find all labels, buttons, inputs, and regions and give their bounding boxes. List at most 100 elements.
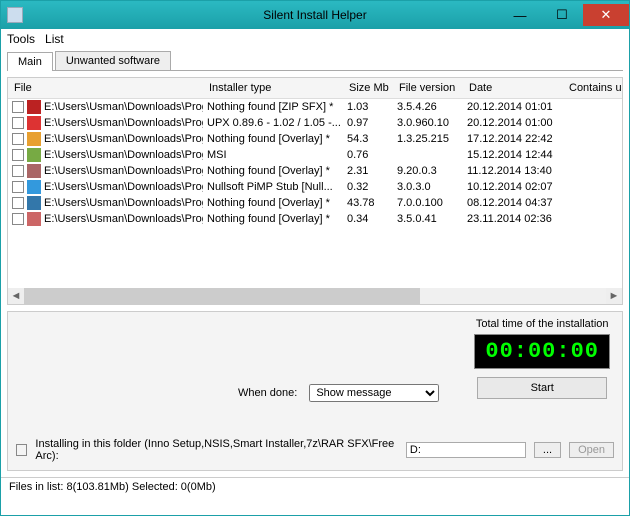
row-checkbox[interactable] — [12, 197, 24, 209]
file-version: 9.20.0.3 — [393, 163, 463, 179]
file-icon — [27, 180, 41, 194]
when-done-label: When done: — [238, 387, 297, 399]
file-version: 3.5.4.26 — [393, 99, 463, 115]
file-icon — [27, 196, 41, 210]
file-icon — [27, 212, 41, 226]
col-installer-type[interactable]: Installer type — [203, 78, 343, 99]
file-date: 08.12.2014 04:37 — [463, 195, 563, 211]
table-row[interactable]: E:\Users\Usman\Downloads\Progra... — [8, 195, 203, 211]
col-size[interactable]: Size Mb — [343, 78, 393, 99]
file-date: 23.11.2014 02:36 — [463, 211, 563, 227]
table-row[interactable]: E:\Users\Usman\Downloads\Progra... — [8, 147, 203, 163]
browse-button[interactable]: ... — [534, 442, 561, 458]
install-folder-label: Installing in this folder (Inno Setup,NS… — [35, 438, 397, 462]
contains-unwanted — [563, 131, 623, 147]
open-button[interactable]: Open — [569, 442, 614, 458]
file-date: 11.12.2014 13:40 — [463, 163, 563, 179]
when-done-select[interactable]: Show messageClose the programRestartShut… — [309, 384, 439, 402]
scroll-right-icon[interactable]: ► — [606, 288, 622, 304]
file-version — [393, 147, 463, 163]
file-size: 1.03 — [343, 99, 393, 115]
row-checkbox[interactable] — [12, 133, 24, 145]
scrollbar-thumb[interactable] — [24, 288, 420, 304]
file-version: 1.3.25.215 — [393, 131, 463, 147]
file-date: 17.12.2014 22:42 — [463, 131, 563, 147]
file-icon — [27, 132, 41, 146]
window-title: Silent Install Helper — [263, 8, 366, 22]
file-size: 0.76 — [343, 147, 393, 163]
file-size: 0.97 — [343, 115, 393, 131]
file-path: E:\Users\Usman\Downloads\Progra... — [44, 213, 203, 225]
file-size: 43.78 — [343, 195, 393, 211]
close-button[interactable]: ✕ — [583, 4, 629, 26]
file-version: 7.0.0.100 — [393, 195, 463, 211]
file-version: 3.5.0.41 — [393, 211, 463, 227]
file-version: 3.0.3.0 — [393, 179, 463, 195]
table-row[interactable]: E:\Users\Usman\Downloads\Progra... — [8, 179, 203, 195]
file-version: 3.0.960.10 — [393, 115, 463, 131]
file-date: 10.12.2014 02:07 — [463, 179, 563, 195]
titlebar: Silent Install Helper — ☐ ✕ — [1, 1, 629, 29]
menubar: Tools List — [1, 29, 629, 49]
file-size: 2.31 — [343, 163, 393, 179]
file-path: E:\Users\Usman\Downloads\Progra... — [44, 197, 203, 209]
menu-list[interactable]: List — [45, 32, 64, 46]
contains-unwanted — [563, 115, 623, 131]
minimize-button[interactable]: — — [499, 4, 541, 26]
maximize-button[interactable]: ☐ — [541, 4, 583, 26]
install-folder-checkbox[interactable] — [16, 444, 27, 456]
contains-unwanted — [563, 211, 623, 227]
contains-unwanted — [563, 195, 623, 211]
timer-label: Total time of the installation — [474, 318, 610, 330]
row-checkbox[interactable] — [12, 213, 24, 225]
installer-type: Nullsoft PiMP Stub [Null... — [203, 179, 343, 195]
installer-type: Nothing found [Overlay] * — [203, 131, 343, 147]
contains-unwanted — [563, 147, 623, 163]
file-icon — [27, 100, 41, 114]
col-version[interactable]: File version — [393, 78, 463, 99]
row-checkbox[interactable] — [12, 117, 24, 129]
table-row[interactable]: E:\Users\Usman\Downloads\Progra... — [8, 99, 203, 115]
horizontal-scrollbar[interactable]: ◄ ► — [8, 288, 622, 304]
status-bar: Files in list: 8(103.81Mb) Selected: 0(0… — [1, 477, 629, 497]
file-date: 20.12.2014 01:00 — [463, 115, 563, 131]
contains-unwanted — [563, 163, 623, 179]
start-button[interactable]: Start — [477, 377, 607, 399]
row-checkbox[interactable] — [12, 149, 24, 161]
tab-strip: Main Unwanted software — [7, 51, 623, 71]
file-size: 0.32 — [343, 179, 393, 195]
file-path: E:\Users\Usman\Downloads\Progra... — [44, 117, 203, 129]
file-date: 15.12.2014 12:44 — [463, 147, 563, 163]
tab-unwanted[interactable]: Unwanted software — [55, 51, 171, 70]
installer-type: Nothing found [ZIP SFX] * — [203, 99, 343, 115]
file-date: 20.12.2014 01:01 — [463, 99, 563, 115]
bottom-panel: Total time of the installation 00:00:00 … — [7, 311, 623, 471]
file-list: File Installer type Size Mb File version… — [7, 77, 623, 305]
installer-type: Nothing found [Overlay] * — [203, 163, 343, 179]
menu-tools[interactable]: Tools — [7, 32, 35, 46]
file-size: 54.3 — [343, 131, 393, 147]
row-checkbox[interactable] — [12, 101, 24, 113]
tab-main[interactable]: Main — [7, 52, 53, 71]
installer-type: UPX 0.89.6 - 1.02 / 1.05 -... — [203, 115, 343, 131]
col-date[interactable]: Date — [463, 78, 563, 99]
app-icon — [7, 7, 23, 23]
table-row[interactable]: E:\Users\Usman\Downloads\Progra... — [8, 211, 203, 227]
table-row[interactable]: E:\Users\Usman\Downloads\Progra... — [8, 163, 203, 179]
table-row[interactable]: E:\Users\Usman\Downloads\Progra... — [8, 115, 203, 131]
file-path: E:\Users\Usman\Downloads\Progra... — [44, 165, 203, 177]
installer-type: MSI — [203, 147, 343, 163]
col-unwanted[interactable]: Contains unwanted s — [563, 78, 623, 99]
table-row[interactable]: E:\Users\Usman\Downloads\Progra... — [8, 131, 203, 147]
file-path: E:\Users\Usman\Downloads\Progra... — [44, 101, 203, 113]
col-file[interactable]: File — [8, 78, 203, 99]
row-checkbox[interactable] — [12, 181, 24, 193]
file-icon — [27, 116, 41, 130]
row-checkbox[interactable] — [12, 165, 24, 177]
scroll-left-icon[interactable]: ◄ — [8, 288, 24, 304]
file-size: 0.34 — [343, 211, 393, 227]
install-path-input[interactable] — [406, 442, 526, 458]
contains-unwanted — [563, 99, 623, 115]
file-path: E:\Users\Usman\Downloads\Progra... — [44, 181, 203, 193]
file-path: E:\Users\Usman\Downloads\Progra... — [44, 149, 203, 161]
